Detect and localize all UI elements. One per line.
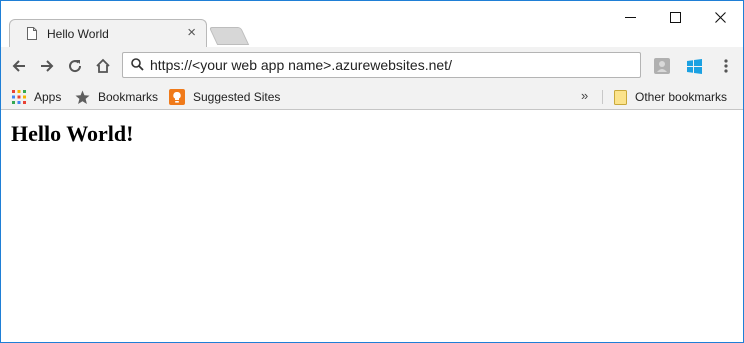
bookmark-apps-label: Apps [34,90,62,104]
minimize-icon[interactable] [607,4,653,30]
page-heading: Hello World! [11,121,134,146]
address-bar[interactable] [122,52,641,78]
browser-window: Hello World × https://<your web app name… [0,0,744,343]
bookmark-suggested-sites[interactable]: Suggested Sites [169,88,280,106]
bookmark-suggested-label: Suggested Sites [193,90,281,104]
menu-icon[interactable] [715,55,737,77]
page-icon [27,27,37,40]
window-close-icon[interactable] [697,4,743,30]
home-icon[interactable] [92,55,114,77]
navigation-toolbar [1,47,743,85]
bookmark-bookmarks[interactable]: Bookmarks [75,88,158,106]
suggested-sites-icon [169,89,185,105]
close-icon[interactable]: × [187,25,196,41]
bookmark-bookmarks-label: Bookmarks [98,90,159,104]
maximize-icon[interactable] [652,4,698,30]
more-bookmarks-button[interactable]: » [581,88,588,103]
search-icon [131,58,144,76]
bookmark-apps[interactable]: Apps [12,88,61,106]
reload-icon[interactable] [64,55,86,77]
new-tab-button[interactable] [208,27,250,45]
forward-icon[interactable] [36,55,58,77]
star-icon [75,90,90,105]
windows-icon[interactable] [683,55,705,77]
profile-icon[interactable] [651,55,673,77]
tab-hello-world[interactable]: Hello World × [9,19,207,47]
tab-title: Hello World [47,27,109,41]
apps-grid-icon [12,90,26,104]
url-input[interactable] [150,56,630,74]
bookmarks-bar: Apps Bookmarks Suggested Sites » Other b… [1,85,743,110]
back-icon[interactable] [8,55,30,77]
bookmarks-divider [602,90,603,104]
tab-strip: Hello World × [1,1,743,47]
bookmark-other-label: Other bookmarks [635,90,728,104]
page-content: Hello World! [1,110,743,342]
bookmark-other[interactable]: Other bookmarks [614,88,727,106]
folder-icon [614,89,627,105]
